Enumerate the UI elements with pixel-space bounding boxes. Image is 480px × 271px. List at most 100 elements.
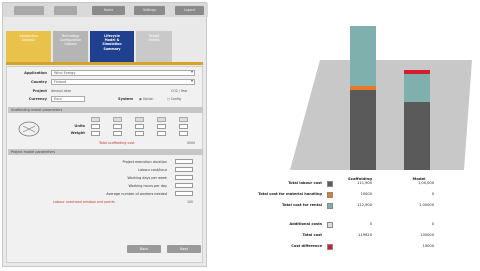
grid-input[interactable]: [113, 131, 122, 136]
legend-label: Total cost: [302, 233, 322, 237]
bar-segment: [350, 26, 376, 86]
legend-label: Total labour cost: [288, 181, 322, 185]
app-window: Home Settings Logout Introduction Analys…: [0, 0, 480, 271]
legend-value-model: 0: [431, 222, 434, 226]
bar-segment: [404, 102, 430, 114]
param-label: Project execution duration: [122, 160, 167, 164]
tab-technology[interactable]: Technology Configuration Options: [53, 31, 88, 62]
legend-value-scaffolding: 119620: [358, 233, 372, 237]
param-input[interactable]: [175, 191, 193, 196]
project-label: Project: [32, 89, 47, 93]
grid-input[interactable]: [113, 124, 122, 129]
param-label: Working days per week: [127, 176, 167, 180]
section-header-scaffolding: Scaffolding model parameters: [8, 107, 203, 113]
system-radio-b[interactable]: ○ Config: [167, 97, 181, 101]
legend-value-model: 1,00,000: [417, 181, 434, 185]
grid-header: [91, 117, 100, 122]
legend-swatch: [327, 203, 333, 209]
grid-input[interactable]: [135, 124, 144, 129]
total-scaffolding-value: 0000: [187, 141, 196, 145]
legend-value-model: 100000: [420, 233, 434, 237]
bar-segment-base: [404, 114, 430, 170]
project-value: Aerosol data: [51, 89, 71, 93]
application-value: Wind Energy: [54, 71, 76, 75]
grid-header: [113, 117, 122, 122]
country-label: Country: [30, 80, 47, 84]
system-radio-a[interactable]: ◉ Option: [139, 97, 153, 101]
grid-header: [179, 117, 188, 122]
legend-swatch: [327, 222, 333, 228]
grid-input[interactable]: [179, 131, 188, 136]
country-select[interactable]: Finland ▾: [51, 79, 195, 85]
legend-label: Total cost for material handling: [258, 192, 322, 196]
legend-value-scaffolding: 0: [369, 222, 372, 226]
project-extra: CO2 / Year: [171, 89, 188, 93]
section-header-project: Project model parameters: [8, 149, 203, 155]
param-label: Average number of workers needed: [106, 192, 167, 196]
bar-segment: [350, 90, 376, 106]
tab-introduction[interactable]: Introduction Analysis: [6, 31, 51, 62]
grid-input[interactable]: [135, 131, 144, 136]
country-value: Finland: [54, 80, 67, 84]
currency-select[interactable]: Euro: [51, 96, 85, 102]
back-button[interactable]: Back: [127, 245, 161, 253]
legend-swatch: [327, 181, 333, 187]
legend-label: Total cost for rental: [282, 203, 322, 207]
tab-lifecycle[interactable]: Lifecycle Model & Simulation Summary: [90, 31, 134, 62]
application-select[interactable]: Wind Energy ▾: [51, 70, 195, 76]
grid-header: [157, 117, 166, 122]
bar-segment: [350, 86, 376, 90]
grid-input[interactable]: [91, 131, 100, 136]
scaffold-diagram-icon: [18, 121, 40, 137]
system-label: System: [118, 97, 133, 101]
grid-input[interactable]: [157, 124, 166, 129]
toolbar-button-settings[interactable]: Settings: [134, 6, 165, 15]
legend-label: Cost difference: [291, 244, 322, 248]
bar-segment: [404, 74, 430, 102]
next-button[interactable]: Next: [167, 245, 201, 253]
application-label: Application: [24, 71, 47, 75]
grid-header: [135, 117, 144, 122]
legend-value-scaffolding: 10000: [360, 192, 372, 196]
param-input[interactable]: [175, 167, 193, 172]
param-input[interactable]: [175, 159, 193, 164]
top-toolbar: Home Settings Logout: [3, 3, 208, 17]
chevron-down-icon: ▾: [190, 78, 193, 83]
legend-value-scaffolding: 111,900: [357, 181, 372, 185]
legend-value-scaffolding: 112,900: [357, 203, 372, 207]
param-label: Labour cost/hour: [138, 168, 167, 172]
toolbar-button-logout[interactable]: Logout: [175, 6, 204, 15]
total-scaffolding-label: Total scaffolding cost: [99, 141, 135, 145]
grid-row-label-weight: Weight: [70, 131, 85, 135]
param-red-value: 100: [187, 200, 194, 204]
bar-segment-base: [350, 106, 376, 170]
legend-label: Additional costs: [289, 222, 322, 226]
cost-chart: [290, 26, 472, 170]
toolbar-button-2[interactable]: [54, 6, 77, 15]
bar-segment: [404, 70, 430, 74]
param-input[interactable]: [175, 175, 193, 180]
grid-input[interactable]: [179, 124, 188, 129]
chevron-down-icon: ▾: [190, 69, 193, 74]
chart-floor: [290, 60, 472, 170]
toolbar-button-home[interactable]: Home: [92, 6, 125, 15]
legend-swatch: [327, 244, 333, 250]
legend-value-model: 1,00000: [419, 203, 434, 207]
form-area: Application Wind Energy ▾ Country Finlan…: [6, 66, 203, 263]
tab-bar: Introduction Analysis Technology Configu…: [6, 31, 206, 62]
grid-row-label-units: Units: [74, 124, 85, 128]
system-option-a-label: Option: [142, 97, 154, 101]
grid-input[interactable]: [157, 131, 166, 136]
param-input[interactable]: [175, 183, 193, 188]
legend-swatch: [327, 192, 333, 198]
tab-report[interactable]: Report Details: [136, 31, 172, 62]
param-label: Working hours per day: [128, 184, 167, 188]
legend-value-model: 0: [431, 192, 434, 196]
currency-value: Euro: [54, 97, 62, 101]
system-option-b-label: Config: [170, 97, 182, 101]
legend-value-model: 19000: [422, 244, 434, 248]
toolbar-button-1[interactable]: [14, 6, 44, 15]
currency-label: Currency: [28, 97, 47, 101]
grid-input[interactable]: [91, 124, 100, 129]
param-red-label: Labour overhead window and points: [53, 200, 115, 204]
